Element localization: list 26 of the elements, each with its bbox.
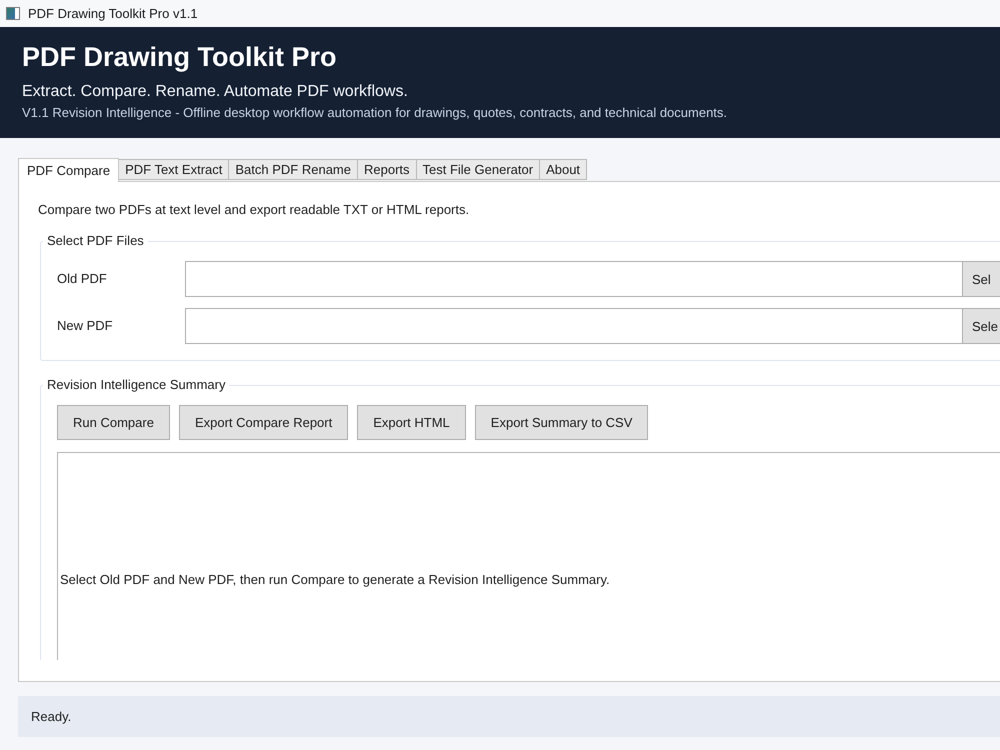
file-label: New PDF — [57, 318, 114, 334]
app-tagline: Extract. Compare. Rename. Automate PDF workflows. — [22, 82, 408, 102]
select-file-button[interactable]: Sel — [963, 261, 1000, 297]
app-title: PDF Drawing Toolkit Pro — [22, 41, 337, 73]
tab[interactable]: About — [540, 159, 588, 180]
tab[interactable]: Test File Generator — [416, 159, 540, 180]
app-icon — [6, 7, 20, 20]
tab[interactable]: PDF Text Extract — [119, 159, 230, 180]
tab[interactable]: Reports — [358, 159, 417, 180]
summary-text-area[interactable]: Select Old PDF and New PDF, then run Compare to generate a Revision Intelligence Summary. — [57, 452, 1000, 660]
select-file-button[interactable]: Sele — [963, 308, 1000, 344]
app-description: V1.1 Revision Intelligence - Offline desktop workflow automation for drawings, quotes, contracts, and technical documents. — [22, 104, 728, 122]
intro-text: Compare two PDFs at text level and export readable TXT or HTML reports. — [38, 201, 470, 219]
group-title: Revision Intelligence Summary — [46, 377, 226, 393]
action-button[interactable]: Export Summary to CSV — [474, 405, 648, 440]
action-button[interactable]: Export HTML — [357, 405, 466, 440]
file-path-field[interactable] — [185, 261, 963, 297]
action-button[interactable]: Run Compare — [57, 405, 170, 440]
file-path-field[interactable] — [185, 308, 963, 344]
window-title: PDF Drawing Toolkit Pro v1.1 — [28, 6, 198, 22]
action-button[interactable]: Export Compare Report — [178, 405, 348, 440]
tab[interactable]: PDF Compare — [18, 158, 120, 182]
file-label: Old PDF — [57, 271, 108, 287]
status-text: Ready. — [31, 708, 72, 724]
group-title: Select PDF Files — [46, 233, 145, 249]
tab[interactable]: Batch PDF Rename — [229, 159, 358, 180]
